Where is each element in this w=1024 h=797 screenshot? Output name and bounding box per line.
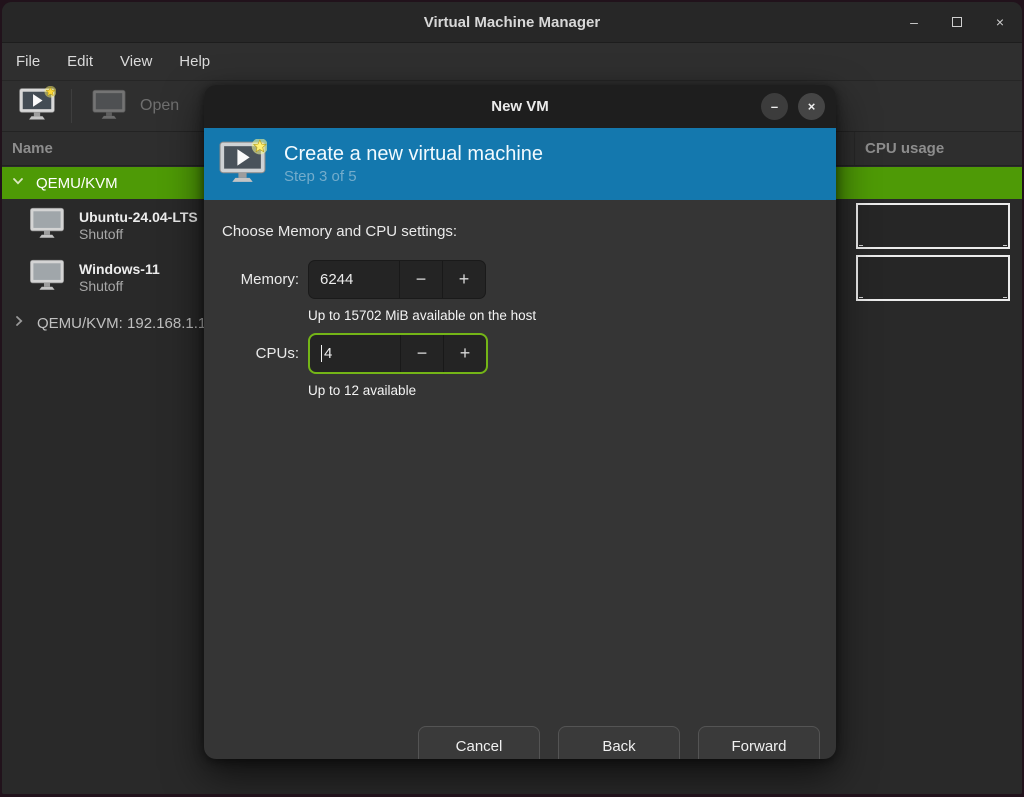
chevron-right-icon xyxy=(12,314,26,332)
dialog-close-icon[interactable]: × xyxy=(798,93,825,120)
new-vm-dialog: New VM – × Create a new virtual machine … xyxy=(204,85,836,759)
settings-prompt: Choose Memory and CPU settings: xyxy=(222,223,458,240)
memory-hint: Up to 15702 MiB available on the host xyxy=(308,308,537,323)
menubar: File Edit View Help xyxy=(2,42,1022,80)
banner-title: Create a new virtual machine xyxy=(284,143,544,165)
memory-spinbox: 6244 − + xyxy=(308,260,486,299)
remote-connection-label: QEMU/KVM: 192.168.1.17 xyxy=(37,314,215,332)
new-vm-icon xyxy=(18,85,57,126)
dialog-controls: – × xyxy=(761,93,825,120)
vm-name: Windows-11 xyxy=(79,260,160,277)
cancel-button[interactable]: Cancel xyxy=(418,726,540,759)
new-vm-banner-icon xyxy=(218,138,269,189)
maximize-icon[interactable] xyxy=(949,14,965,30)
toolbar-separator xyxy=(71,89,72,123)
text-caret xyxy=(321,345,322,362)
vm-monitor-icon xyxy=(28,206,66,244)
dialog-body: Choose Memory and CPU settings: Memory: … xyxy=(204,223,836,759)
vm-state: Shutoff xyxy=(79,225,124,242)
window-titlebar[interactable]: Virtual Machine Manager – × xyxy=(2,2,1022,42)
cpus-spinbox: 4 − + xyxy=(308,333,488,374)
dialog-minimize-icon[interactable]: – xyxy=(761,93,788,120)
back-button[interactable]: Back xyxy=(558,726,680,759)
menu-edit[interactable]: Edit xyxy=(67,53,93,70)
forward-button[interactable]: Forward xyxy=(698,726,820,759)
dialog-footer: Cancel Back Forward xyxy=(418,726,820,759)
cpu-usage-sparkline xyxy=(856,203,1010,249)
new-vm-button[interactable] xyxy=(18,85,57,126)
cpus-input[interactable]: 4 xyxy=(310,335,400,372)
vm-name: Ubuntu-24.04-LTS xyxy=(79,208,198,225)
memory-label: Memory: xyxy=(240,271,299,288)
memory-decrement-button[interactable]: − xyxy=(399,261,442,298)
window-controls: – × xyxy=(906,2,1008,42)
minimize-icon[interactable]: – xyxy=(906,14,922,30)
vmm-window: Virtual Machine Manager – × File Edit Vi… xyxy=(2,2,1022,794)
close-icon[interactable]: × xyxy=(992,14,1008,30)
dialog-title: New VM xyxy=(491,98,549,115)
open-button[interactable]: Open xyxy=(91,88,179,125)
banner-step: Step 3 of 5 xyxy=(284,168,357,185)
menu-view[interactable]: View xyxy=(120,53,152,70)
menu-file[interactable]: File xyxy=(16,53,40,70)
memory-increment-button[interactable]: + xyxy=(442,261,485,298)
window-title: Virtual Machine Manager xyxy=(423,13,601,31)
cpu-usage-sparkline xyxy=(856,255,1010,301)
dialog-titlebar[interactable]: New VM – × xyxy=(204,85,836,128)
vm-monitor-icon xyxy=(28,258,66,296)
column-header-cpu-usage[interactable]: CPU usage xyxy=(854,132,1022,165)
cpus-hint: Up to 12 available xyxy=(308,383,417,398)
connection-label: QEMU/KVM xyxy=(36,174,118,192)
cpus-label: CPUs: xyxy=(255,345,299,362)
vm-state: Shutoff xyxy=(79,277,124,294)
menu-help[interactable]: Help xyxy=(179,53,210,70)
dialog-banner: Create a new virtual machine Step 3 of 5 xyxy=(204,128,836,200)
open-vm-icon xyxy=(91,88,127,125)
open-button-label: Open xyxy=(140,97,180,114)
memory-input[interactable]: 6244 xyxy=(309,261,399,298)
chevron-down-icon xyxy=(11,174,25,192)
cpus-increment-button[interactable]: + xyxy=(443,335,486,372)
cpus-decrement-button[interactable]: − xyxy=(400,335,443,372)
